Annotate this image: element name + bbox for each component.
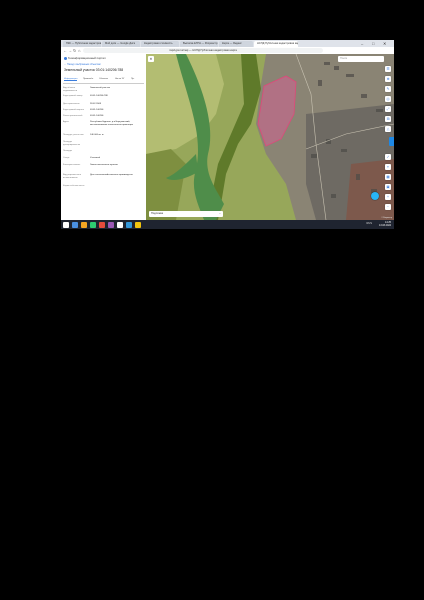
target-icon[interactable]: ◎ <box>385 96 391 102</box>
attr-value: Учтенный <box>90 157 100 159</box>
desktop-screen: ПКК — Публичная кадастровая карта Мой ди… <box>61 40 394 229</box>
browser-tab-strip: ПКК — Публичная кадастровая карта Мой ди… <box>61 40 394 47</box>
expand-icon[interactable]: ⤢ <box>385 106 391 112</box>
attr-label: Площадь декларированная <box>63 141 81 146</box>
zoom-out-button[interactable]: − <box>385 204 391 210</box>
minimize-icon[interactable]: – <box>361 41 363 46</box>
attr-label: Адрес <box>63 121 69 123</box>
panel-tabs: Информация Правообл. Объекты Части ЗУ Пр… <box>63 77 144 84</box>
close-window-icon[interactable]: ✕ <box>383 41 386 46</box>
attr-value: 146 000 кв. м <box>90 134 104 136</box>
attr-label: Вид разрешенного использования <box>63 174 82 179</box>
attr-label: Площадь уточненная <box>63 134 84 136</box>
table-icon[interactable]: ▦ <box>385 174 391 180</box>
app-icon[interactable] <box>90 221 96 228</box>
grid-icon[interactable]: ⊞ <box>385 116 391 122</box>
basemap-label: Подложка <box>151 212 164 215</box>
back-to-selection-link[interactable]: ← Назад к выбранным объектам <box>64 63 101 66</box>
folder-icon[interactable] <box>81 221 87 228</box>
page-title: НСПД Публичная кадастровая карта <box>192 49 237 52</box>
attr-value: Земли населенных пунктов <box>90 164 118 166</box>
url-field[interactable]: nspd.gov.ru/map — НСПД Публичная кадастр… <box>83 48 323 53</box>
search-icon[interactable] <box>72 221 78 228</box>
map-attribution: © Росреестр <box>381 217 392 219</box>
attr-value: 03:01:140206 <box>90 115 104 117</box>
attr-value: 03:01:140206:788 <box>90 95 108 97</box>
tab-info[interactable]: Информация <box>64 78 78 81</box>
side-panel-toggle-button[interactable] <box>389 137 394 146</box>
app-icon[interactable] <box>117 221 123 228</box>
zoom-in-button[interactable]: + <box>385 194 391 200</box>
attr-label: Дата присвоения <box>63 103 80 105</box>
maximize-icon[interactable]: □ <box>372 41 374 46</box>
logo-icon <box>64 56 67 60</box>
attr-label: Кадастровый квартал <box>63 109 84 111</box>
start-icon[interactable] <box>63 221 69 228</box>
attr-label: Категория земель <box>63 164 81 166</box>
attr-label: Форма собственности <box>63 185 85 187</box>
app-icon[interactable] <box>99 221 105 228</box>
attr-label: Ранее присвоенный <box>63 115 83 117</box>
object-title: Земельный участок 03:01:140206:788 <box>64 68 124 72</box>
forward-icon[interactable]: → <box>68 48 72 53</box>
attr-label: Кадастровый номер <box>63 95 83 97</box>
browser-icon[interactable] <box>126 221 132 228</box>
layers-icon[interactable]: ⊕ <box>385 76 391 82</box>
tab-objects[interactable]: Объекты <box>99 78 108 80</box>
measure-icon[interactable]: △ <box>385 126 391 132</box>
back-icon[interactable]: ← <box>63 48 67 53</box>
tab-more[interactable]: Пр. <box>131 78 134 80</box>
reload-icon[interactable]: ↻ <box>73 48 76 53</box>
print-icon[interactable]: ▣ <box>385 184 391 190</box>
edit-icon[interactable]: ✎ <box>385 86 391 92</box>
chevron-down-icon: ⌄ <box>218 212 221 215</box>
locate-icon[interactable]: ⌖ <box>385 164 391 170</box>
tab-parts[interactable]: Части ЗУ <box>115 78 124 80</box>
attr-label: Статус <box>63 157 70 159</box>
taskbar: RUS 14:25 13.03.2024 <box>61 220 394 229</box>
home-icon[interactable]: ⌂ <box>78 48 80 53</box>
menu-icon[interactable]: ☰ <box>385 66 391 72</box>
brand: Геоинформационный портал <box>64 56 106 60</box>
language-indicator[interactable]: RUS <box>367 222 372 225</box>
clock-date: 13.03.2024 <box>379 224 391 228</box>
basemap-select[interactable]: Подложка ⌄ <box>149 211 223 217</box>
close-map-panel-icon[interactable]: ✕ <box>148 56 154 62</box>
satellite-imagery <box>146 54 394 220</box>
url-text: nspd.gov.ru/map <box>169 49 189 52</box>
clock[interactable]: 14:25 13.03.2024 <box>379 221 391 227</box>
attr-value: Для сельскохозяйственного производства <box>90 174 133 176</box>
object-info-panel: Геоинформационный портал ← Назад к выбра… <box>61 54 147 220</box>
app-icon[interactable] <box>108 221 114 228</box>
attr-value: 03:01:140206 <box>90 109 104 111</box>
map-view[interactable]: ✕ Поиск ☰ ⊕ ✎ ◎ ⤢ ⊞ △ ✓ ⌖ ▦ ▣ + − Подлож… <box>146 54 394 220</box>
attr-label: Площадь <box>63 150 73 152</box>
tab-rights[interactable]: Правообл. <box>83 78 94 80</box>
assistant-button[interactable] <box>371 192 379 200</box>
map-search-input[interactable]: Поиск <box>338 56 384 62</box>
app-icon[interactable] <box>135 221 141 228</box>
attr-value: 28.02.2008 <box>90 103 101 105</box>
check-icon[interactable]: ✓ <box>385 154 391 160</box>
brand-label: Геоинформационный портал <box>68 56 106 60</box>
attr-value: Земельный участок <box>90 87 110 89</box>
attr-value: Республика Бурятия, р-н Баргузинский, ме… <box>90 121 134 126</box>
attr-label: Вид объекта недвижимости <box>63 87 78 92</box>
